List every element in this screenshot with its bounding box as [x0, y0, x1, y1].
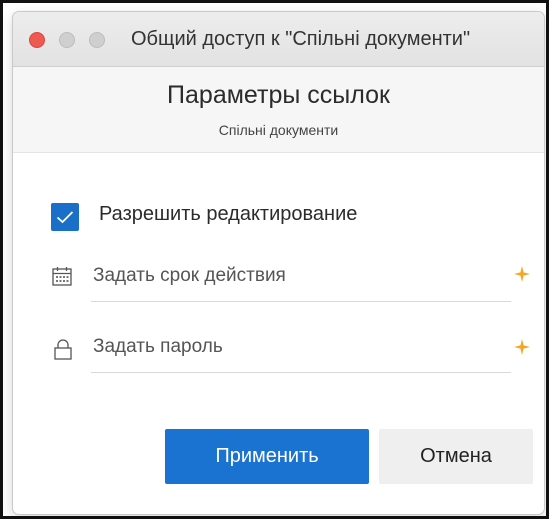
share-dialog-window: Общий доступ к "Спільні документи" Парам…: [13, 12, 544, 514]
dialog-title: Параметры ссылок: [167, 81, 390, 109]
apply-button[interactable]: Применить: [165, 429, 369, 484]
dialog-subtitle: Спільні документи: [218, 122, 339, 138]
calendar-icon: [51, 265, 73, 292]
premium-star-icon: [513, 338, 531, 362]
premium-star-icon: [513, 265, 531, 289]
close-window-button[interactable]: [29, 32, 45, 48]
expiry-date-placeholder: Задать срок действия: [93, 265, 286, 286]
password-placeholder: Задать пароль: [93, 336, 223, 357]
expiry-date-field[interactable]: Задать срок действия: [91, 261, 511, 302]
lock-icon: [53, 339, 73, 366]
checkmark-icon: [56, 211, 74, 224]
cancel-button[interactable]: Отмена: [379, 429, 533, 484]
allow-edit-label[interactable]: Разрешить редактирование: [99, 203, 357, 226]
title-bar: Общий доступ к "Спільні документи": [13, 12, 544, 67]
dialog-header: Параметры ссылок Спільні документи: [13, 67, 544, 153]
window-title: Общий доступ к "Спільні документи": [131, 28, 471, 50]
password-field[interactable]: Задать пароль: [91, 332, 511, 373]
allow-edit-checkbox[interactable]: [51, 203, 79, 231]
screen-frame-left: [0, 0, 3, 519]
minimize-window-button[interactable]: [59, 32, 75, 48]
screen-frame-top: [0, 0, 549, 3]
zoom-window-button[interactable]: [89, 32, 105, 48]
